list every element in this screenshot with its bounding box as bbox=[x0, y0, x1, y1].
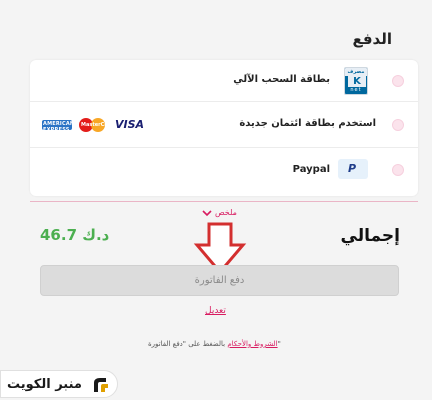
card-brand-logos: AMERICAN EXPRESS MasterCard VISA bbox=[42, 115, 152, 133]
payment-methods-card: مصرف K net بطاقة السحب الآلي استخدم بطاق… bbox=[30, 60, 418, 196]
watermark-logo-icon bbox=[94, 378, 108, 392]
pay-invoice-button[interactable]: دفع الفاتورة bbox=[40, 265, 399, 296]
amex-logo-icon: AMERICAN EXPRESS bbox=[42, 120, 75, 133]
terms-notice: الشروط والأحكام بالضغط على "دفع الفاتورة… bbox=[148, 340, 281, 348]
payment-method-paypal[interactable]: P Paypal bbox=[30, 148, 418, 194]
edit-link[interactable]: تعديل bbox=[205, 306, 226, 316]
watermark-text: منبر الكويت bbox=[7, 377, 82, 392]
payment-method-credit-card[interactable]: استخدم بطاقة ائتمان جديدة AMERICAN EXPRE… bbox=[30, 102, 418, 148]
radio-paypal[interactable] bbox=[392, 164, 404, 176]
total-label: إجمالي bbox=[340, 226, 400, 246]
summary-toggle[interactable]: ملخص bbox=[215, 208, 237, 217]
summary-divider bbox=[30, 201, 418, 202]
terms-link[interactable]: الشروط والأحكام bbox=[227, 340, 277, 348]
payment-section-title: الدفع bbox=[352, 30, 392, 48]
credit-card-label: استخدم بطاقة ائتمان جديدة bbox=[239, 118, 376, 129]
paypal-label: Paypal bbox=[292, 164, 330, 175]
total-value: 46.7 د.ك bbox=[40, 226, 110, 244]
payment-method-knet[interactable]: مصرف K net بطاقة السحب الآلي bbox=[30, 60, 418, 102]
radio-credit-card[interactable] bbox=[392, 119, 404, 131]
paypal-logo-icon: P bbox=[338, 159, 368, 179]
watermark-badge: منبر الكويت bbox=[0, 370, 118, 398]
radio-knet[interactable] bbox=[392, 75, 404, 87]
chevron-down-icon[interactable] bbox=[202, 209, 212, 217]
knet-label: بطاقة السحب الآلي bbox=[233, 74, 330, 85]
knet-logo-icon: مصرف K net bbox=[344, 67, 368, 95]
mastercard-logo-icon: MasterCard bbox=[79, 118, 114, 132]
visa-logo-icon: VISA bbox=[115, 118, 145, 131]
